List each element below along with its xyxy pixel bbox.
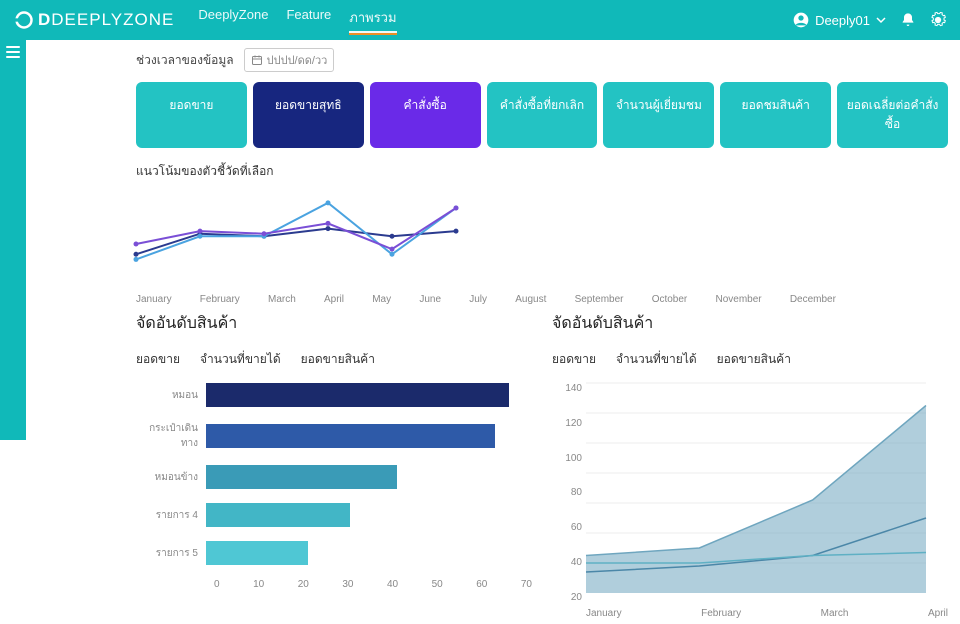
metric-card[interactable]: จำนวนผู้เยี่ยมชม: [603, 82, 714, 148]
brand-text: DEEPLYZONE: [51, 10, 174, 29]
bell-icon[interactable]: [900, 12, 916, 28]
user-name: Deeply01: [815, 13, 870, 28]
rank-tab[interactable]: จำนวนที่ขายได้: [616, 350, 697, 369]
rank-tab[interactable]: ยอดขายสินค้า: [301, 350, 375, 369]
topbar: DDEEPLYZONE DeeplyZone Feature ภาพรวม Deep…: [0, 0, 960, 40]
area-chart: 14012010080604020 JanuaryFebruaryMarchAp…: [552, 383, 948, 623]
trend-title: แนวโน้มของตัวชี้วัดที่เลือก: [136, 162, 948, 181]
metric-card[interactable]: ยอดเฉลี่ยต่อคำสั่งซื้อ: [837, 82, 948, 148]
rank-tabs-left: ยอดขาย จำนวนที่ขายได้ ยอดขายสินค้า: [136, 350, 532, 369]
date-row: ช่วงเวลาของข้อมูล ปปปป/ดด/วว: [136, 48, 948, 72]
main-content: ช่วงเวลาของข้อมูล ปปปป/ดด/วว ยอดขายยอดขา…: [26, 40, 960, 624]
rank-tab[interactable]: ยอดขาย: [136, 350, 180, 369]
rank-tab[interactable]: จำนวนที่ขายได้: [200, 350, 281, 369]
nav-feature[interactable]: Feature: [286, 7, 331, 33]
nav-links: DeeplyZone Feature ภาพรวม: [198, 7, 396, 33]
rank-tab[interactable]: ยอดขายสินค้า: [717, 350, 791, 369]
metric-cards: ยอดขายยอดขายสุทธิคำสั่งซื้อคำสั่งซื้อที่…: [136, 82, 948, 148]
metric-card[interactable]: ยอดชมสินค้า: [720, 82, 831, 148]
hamburger-icon[interactable]: [6, 46, 20, 440]
user-area: Deeply01: [793, 12, 946, 28]
date-label: ช่วงเวลาของข้อมูล: [136, 51, 234, 70]
hbar-row: รายการ 4: [136, 503, 532, 527]
calendar-icon: [251, 54, 263, 66]
sidebar: [0, 40, 26, 440]
rank-left: จัดอันดับสินค้า ยอดขายจำนวนที่ขายได้ยอดข…: [136, 305, 532, 623]
logo-icon: [14, 10, 34, 30]
trend-chart: JanuaryFebruaryMarchAprilMayJuneJulyAugu…: [136, 185, 948, 305]
user-menu[interactable]: Deeply01: [793, 12, 886, 28]
rank-title-right: จัดอันดับสินค้า: [552, 311, 948, 336]
date-input[interactable]: ปปปป/ดด/วว: [244, 48, 335, 72]
metric-card[interactable]: ยอดขายสุทธิ: [253, 82, 364, 148]
rank-right: จัดอันดับสินค้า ยอดขายจำนวนที่ขายได้ยอดข…: [552, 305, 948, 623]
chevron-down-icon: [876, 15, 886, 25]
gear-icon[interactable]: [930, 12, 946, 28]
nav-ภาพรวม[interactable]: ภาพรวม: [349, 7, 396, 33]
rank-title-left: จัดอันดับสินค้า: [136, 311, 532, 336]
metric-card[interactable]: คำสั่งซื้อที่ยกเลิก: [487, 82, 598, 148]
user-icon: [793, 12, 809, 28]
rank-tab[interactable]: ยอดขาย: [552, 350, 596, 369]
hbar-row: กระเป๋าเดินทาง: [136, 421, 532, 451]
hbar-row: หมอน: [136, 383, 532, 407]
metric-card[interactable]: คำสั่งซื้อ: [370, 82, 481, 148]
nav-deeplyzone[interactable]: DeeplyZone: [198, 7, 268, 33]
hbar-row: หมอนข้าง: [136, 465, 532, 489]
rank-tabs-right: ยอดขาย จำนวนที่ขายได้ ยอดขายสินค้า: [552, 350, 948, 369]
hbar-chart: หมอนกระเป๋าเดินทางหมอนข้างรายการ 4 รายการ…: [136, 383, 532, 623]
hbar-row: รายการ 5: [136, 541, 532, 565]
metric-card[interactable]: ยอดขาย: [136, 82, 247, 148]
brand-logo: DDEEPLYZONE: [14, 10, 174, 30]
date-placeholder: ปปปป/ดด/วว: [267, 51, 328, 69]
